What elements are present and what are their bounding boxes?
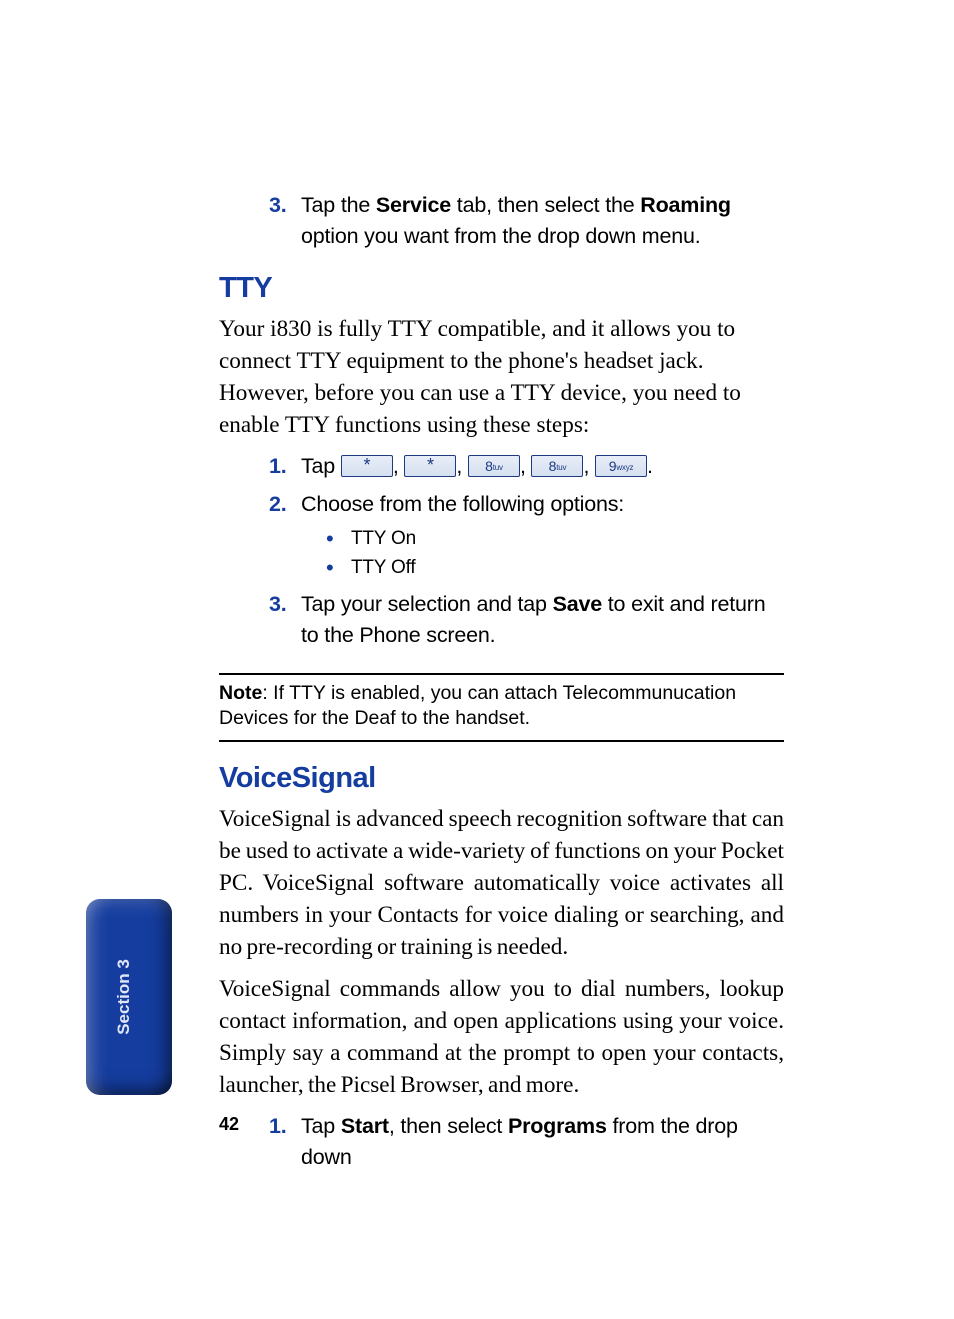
step-text: Choose from the following options: [301, 492, 624, 516]
heading-tty: TTY [219, 272, 784, 305]
key-8tuv-icon: 8tuv [468, 455, 520, 477]
list-marker: 1. [269, 451, 287, 482]
step-text: Tap your selection and tap Save to exit … [301, 592, 766, 647]
list-item: 3. Tap your selection and tap Save to ex… [219, 589, 784, 651]
top-ordered-list: 3. Tap the Service tab, then select the … [219, 190, 784, 252]
page-content: 3. Tap the Service tab, then select the … [219, 190, 784, 1183]
key-9wxyz-icon: 9wxyz [595, 455, 647, 477]
tty-intro: Your i830 is fully TTY compatible, and i… [219, 313, 784, 441]
bullet-item: TTY On [301, 524, 784, 553]
list-item: 3. Tap the Service tab, then select the … [219, 190, 784, 252]
voicesignal-ordered-list: 1. Tap Start, then select Programs from … [219, 1111, 784, 1173]
key-star-icon: * [404, 455, 456, 477]
key-8tuv-icon: 8tuv [531, 455, 583, 477]
note-text: : If TTY is enabled, you can attach Tele… [219, 682, 736, 729]
document-page: Section 3 3. Tap the Service tab, then s… [0, 0, 954, 1319]
section-tab-label: Section 3 [114, 959, 134, 1035]
tty-ordered-list: 1. Tap *, *, 8tuv, 8tuv, 9wxyz. 2. Choos… [219, 451, 784, 651]
voicesignal-p2: VoiceSignal commands allow you to dial n… [219, 973, 784, 1101]
note-box: Note: If TTY is enabled, you can attach … [219, 673, 784, 742]
list-item: 1. Tap Start, then select Programs from … [219, 1111, 784, 1173]
heading-voicesignal: VoiceSignal [219, 762, 784, 795]
list-marker: 1. [269, 1111, 287, 1142]
voicesignal-p1: VoiceSignal is advanced speech recogniti… [219, 803, 784, 963]
list-marker: 2. [269, 489, 287, 520]
step-text: Tap Start, then select Programs from the… [301, 1114, 738, 1169]
step-text: Tap *, *, 8tuv, 8tuv, 9wxyz. [301, 454, 653, 478]
section-tab: Section 3 [86, 899, 172, 1095]
note-label: Note [219, 682, 262, 704]
bullet-item: TTY Off [301, 553, 784, 582]
key-star-icon: * [341, 455, 393, 477]
list-marker: 3. [269, 589, 287, 620]
list-marker: 3. [269, 190, 287, 221]
list-item: 1. Tap *, *, 8tuv, 8tuv, 9wxyz. [219, 451, 784, 482]
tty-bullet-list: TTY On TTY Off [301, 524, 784, 583]
step-text: Tap the Service tab, then select the Roa… [301, 193, 731, 248]
list-item: 2. Choose from the following options: TT… [219, 489, 784, 583]
page-number: 42 [219, 1114, 239, 1135]
